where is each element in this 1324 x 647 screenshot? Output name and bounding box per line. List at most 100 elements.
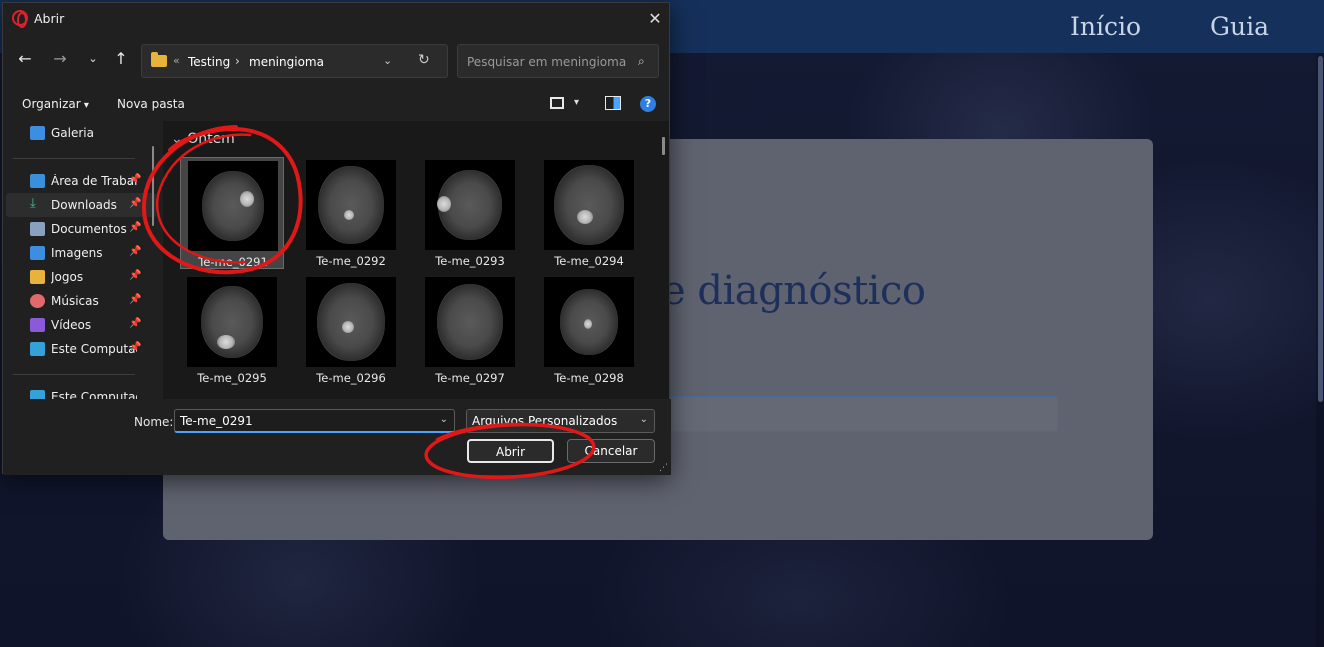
filename-input[interactable]: Te-me_0291 ⌄ — [174, 409, 455, 433]
nav-link-inicio[interactable]: Início — [1070, 12, 1141, 41]
recent-locations-chevron-icon[interactable]: ⌄ — [81, 48, 105, 70]
pin-icon: 📌 — [129, 270, 142, 281]
file-thumbnail[interactable]: Te-me_0292 — [299, 157, 403, 269]
mri-thumbnail-image — [187, 277, 277, 367]
folder-icon — [30, 270, 45, 284]
sidebar-item-este-computador-tree[interactable]: Este Computador — [6, 385, 156, 399]
file-list: Ontem Te-me_0291 Te-me_0292 Te-me_0293 — [163, 121, 669, 399]
file-name: Te-me_0296 — [316, 371, 386, 385]
file-upload-field[interactable] — [662, 396, 1058, 432]
sidebar-divider — [13, 374, 135, 375]
sidebar-item-label: Músicas — [51, 294, 99, 308]
file-type-select[interactable]: Arquivos Personalizados ⌄ — [466, 409, 655, 433]
file-thumbnail[interactable]: Te-me_0291 — [180, 157, 284, 269]
dialog-footer: Nome: Te-me_0291 ⌄ Arquivos Personalizad… — [3, 399, 671, 475]
sidebar-scrollbar[interactable] — [152, 146, 154, 226]
nav-link-guia[interactable]: Guia — [1210, 12, 1269, 41]
sidebar-item-label: Imagens — [51, 246, 103, 260]
address-dropdown-icon[interactable]: ⌄ — [383, 54, 392, 67]
file-name: Te-me_0292 — [316, 254, 386, 268]
file-name: Te-me_0295 — [197, 371, 267, 385]
gallery-icon — [30, 126, 45, 140]
group-header[interactable]: Ontem — [171, 131, 235, 147]
computer-icon — [30, 390, 45, 399]
new-folder-button[interactable]: Nova pasta — [117, 97, 185, 111]
sidebar-item-jogos[interactable]: Jogos 📌 — [6, 265, 156, 289]
refresh-icon[interactable]: ↻ — [418, 52, 430, 68]
dialog-titlebar[interactable]: Abrir ✕ — [3, 3, 669, 35]
sidebar-item-label: Galeria — [51, 126, 94, 140]
sidebar-item-videos[interactable]: Vídeos 📌 — [6, 313, 156, 337]
mri-thumbnail-image — [544, 277, 634, 367]
file-name: Te-me_0298 — [554, 371, 624, 385]
open-file-dialog: Abrir ✕ ← → ⌄ ↑ « Testing › meningioma ⌄… — [2, 2, 671, 475]
pictures-icon — [30, 246, 45, 260]
organize-menu-button[interactable]: Organizar — [22, 97, 89, 111]
sidebar-item-este-computador[interactable]: Este Computador 📌 — [6, 337, 156, 361]
filename-value: Te-me_0291 — [180, 414, 253, 428]
help-icon[interactable]: ? — [640, 96, 656, 112]
mri-thumbnail-image — [306, 160, 396, 250]
filename-label: Nome: — [134, 415, 174, 429]
address-bar[interactable]: « Testing › meningioma ⌄ ↻ — [141, 44, 448, 78]
sidebar-item-imagens[interactable]: Imagens 📌 — [6, 241, 156, 265]
view-mode-icon[interactable] — [550, 97, 564, 109]
search-icon[interactable]: ⌕ — [638, 54, 645, 69]
breadcrumb-meningioma[interactable]: meningioma — [249, 55, 324, 69]
chevron-down-icon[interactable]: ⌄ — [440, 414, 448, 425]
open-button[interactable]: Abrir — [467, 439, 554, 463]
sidebar-item-label: Área de Trabalho — [51, 174, 137, 188]
file-thumbnail[interactable]: Te-me_0297 — [418, 274, 522, 386]
search-input[interactable]: Pesquisar em meningioma ⌕ — [457, 44, 659, 78]
file-name: Te-me_0291 — [198, 255, 268, 269]
file-thumbnail[interactable]: Te-me_0295 — [180, 274, 284, 386]
dialog-title: Abrir — [34, 11, 65, 26]
file-list-scrollbar[interactable] — [662, 137, 665, 155]
sidebar-item-documentos[interactable]: Documentos 📌 — [6, 217, 156, 241]
sidebar-item-downloads[interactable]: ⤓ Downloads 📌 — [6, 193, 156, 217]
documents-icon — [30, 222, 45, 236]
file-thumbnail[interactable]: Te-me_0293 — [418, 157, 522, 269]
videos-icon — [30, 318, 45, 332]
pin-icon: 📌 — [129, 294, 142, 305]
sidebar-item-label: Documentos — [51, 222, 127, 236]
file-thumbnail[interactable]: Te-me_0294 — [537, 157, 641, 269]
sidebar-item-label: Este Computador — [51, 390, 137, 399]
search-placeholder: Pesquisar em meningioma — [467, 55, 627, 69]
file-name: Te-me_0297 — [435, 371, 505, 385]
close-icon[interactable]: ✕ — [644, 8, 666, 30]
pin-icon: 📌 — [129, 174, 142, 185]
breadcrumb-overflow-icon[interactable]: « — [173, 54, 180, 67]
folder-icon — [151, 52, 167, 67]
pin-icon: 📌 — [129, 222, 142, 233]
pin-icon: 📌 — [129, 246, 142, 257]
sidebar-item-musicas[interactable]: Músicas 📌 — [6, 289, 156, 313]
file-thumbnail[interactable]: Te-me_0298 — [537, 274, 641, 386]
mri-thumbnail-image — [425, 160, 515, 250]
sidebar-item-galeria[interactable]: Galeria — [6, 121, 156, 145]
sidebar-divider — [13, 158, 135, 159]
pin-icon: 📌 — [129, 198, 142, 209]
computer-icon — [30, 342, 45, 356]
file-name: Te-me_0294 — [554, 254, 624, 268]
page-scrollbar-thumb[interactable] — [1318, 56, 1323, 402]
sidebar-item-label: Este Computador — [51, 342, 137, 356]
breadcrumb-testing[interactable]: Testing — [188, 55, 230, 69]
cancel-button[interactable]: Cancelar — [567, 439, 655, 463]
up-arrow-icon[interactable]: ↑ — [109, 48, 133, 70]
file-type-value: Arquivos Personalizados — [472, 414, 618, 428]
back-arrow-icon[interactable]: ← — [13, 48, 37, 70]
chevron-down-icon[interactable]: ⌄ — [640, 414, 648, 425]
download-icon: ⤓ — [30, 196, 36, 211]
preview-pane-icon[interactable] — [605, 96, 621, 110]
card-title: e diagnóstico — [662, 268, 926, 314]
sidebar-item-label: Vídeos — [51, 318, 92, 332]
mri-thumbnail-image — [188, 161, 278, 251]
pin-icon: 📌 — [129, 342, 142, 353]
file-thumbnail[interactable]: Te-me_0296 — [299, 274, 403, 386]
view-mode-dropdown-icon[interactable]: ▾ — [574, 97, 579, 108]
sidebar-item-desktop[interactable]: Área de Trabalho 📌 — [6, 169, 156, 193]
navigation-pane: Galeria Área de Trabalho 📌 ⤓ Downloads 📌… — [3, 121, 161, 399]
resize-grip-icon[interactable]: ⋰ — [659, 463, 668, 473]
forward-arrow-icon[interactable]: → — [48, 48, 72, 70]
